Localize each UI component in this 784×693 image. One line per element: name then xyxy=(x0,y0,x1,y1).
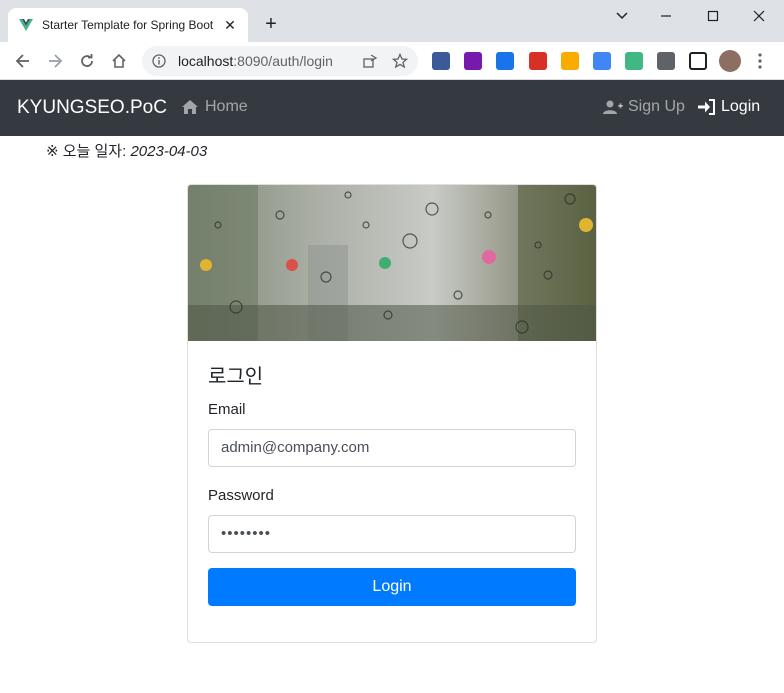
url-text: localhost:8090/auth/login xyxy=(178,53,333,69)
today-prefix: ※ 오늘 일자: xyxy=(46,143,131,160)
user-plus-icon xyxy=(603,100,623,114)
tab-search-chevron-icon[interactable] xyxy=(607,6,637,26)
maximize-icon[interactable] xyxy=(698,6,728,26)
side-panel-icon[interactable] xyxy=(689,52,707,70)
back-icon[interactable] xyxy=(11,49,35,73)
minimize-icon[interactable] xyxy=(651,6,681,26)
vue-logo-icon xyxy=(19,19,33,31)
nav-signup-label: Sign Up xyxy=(628,98,685,115)
login-card: 로그인 Email admin@company.com Password •••… xyxy=(187,184,597,643)
browser-toolbar: localhost:8090/auth/login xyxy=(0,42,784,80)
raindrops-header-image xyxy=(188,185,596,341)
vue-devtools-extension-icon[interactable] xyxy=(625,52,643,70)
password-label: Password xyxy=(208,487,274,504)
menu-kebab-icon[interactable] xyxy=(754,52,766,70)
forward-icon[interactable] xyxy=(43,49,67,73)
login-card-title: 로그인 xyxy=(208,366,264,388)
today-date: 2023-04-03 xyxy=(130,143,208,160)
brand-logo[interactable]: KYUNGSEO.PoC xyxy=(17,97,167,119)
translate-extension-icon[interactable] xyxy=(593,52,611,70)
onenote-extension-icon[interactable] xyxy=(464,52,482,70)
password-field[interactable]: •••••••• xyxy=(208,515,576,553)
nav-login-label: Login xyxy=(721,98,761,115)
nav-login-link[interactable]: Login xyxy=(698,98,760,116)
close-tab-icon[interactable]: ✕ xyxy=(222,17,238,34)
browser-tab-strip: Starter Template for Spring Boot ✕ + xyxy=(0,0,784,42)
today-date-line: ※ 오늘 일자: 2023-04-03 xyxy=(46,140,207,161)
nav-signup-link[interactable]: Sign Up xyxy=(603,98,685,116)
tab-title: Starter Template for Spring Boot xyxy=(42,18,214,32)
address-bar[interactable]: localhost:8090/auth/login xyxy=(142,46,418,76)
home-icon[interactable] xyxy=(107,49,131,73)
site-info-icon[interactable] xyxy=(152,54,166,68)
nav-home-label: Home xyxy=(205,98,248,115)
home-icon xyxy=(182,100,198,114)
keep-extension-icon[interactable] xyxy=(561,52,579,70)
sign-in-icon xyxy=(698,99,715,115)
s-extension-icon[interactable] xyxy=(496,52,514,70)
app-navbar: KYUNGSEO.PoC Home Sign Up Login xyxy=(0,80,784,136)
login-submit-button[interactable]: Login xyxy=(208,568,576,606)
reload-icon[interactable] xyxy=(75,49,99,73)
download-extension-icon[interactable] xyxy=(432,52,450,70)
email-label: Email xyxy=(208,401,246,418)
share-icon[interactable] xyxy=(362,53,378,69)
gmail-extension-icon[interactable] xyxy=(529,52,547,70)
browser-tab[interactable]: Starter Template for Spring Boot ✕ xyxy=(8,8,248,42)
profile-avatar[interactable] xyxy=(719,50,741,72)
email-field[interactable]: admin@company.com xyxy=(208,429,576,467)
nav-home-link[interactable]: Home xyxy=(181,98,248,116)
bookmark-star-icon[interactable] xyxy=(392,53,408,69)
new-tab-icon[interactable]: + xyxy=(259,12,283,36)
extensions-puzzle-icon[interactable] xyxy=(657,52,675,70)
close-window-icon[interactable] xyxy=(744,6,774,26)
